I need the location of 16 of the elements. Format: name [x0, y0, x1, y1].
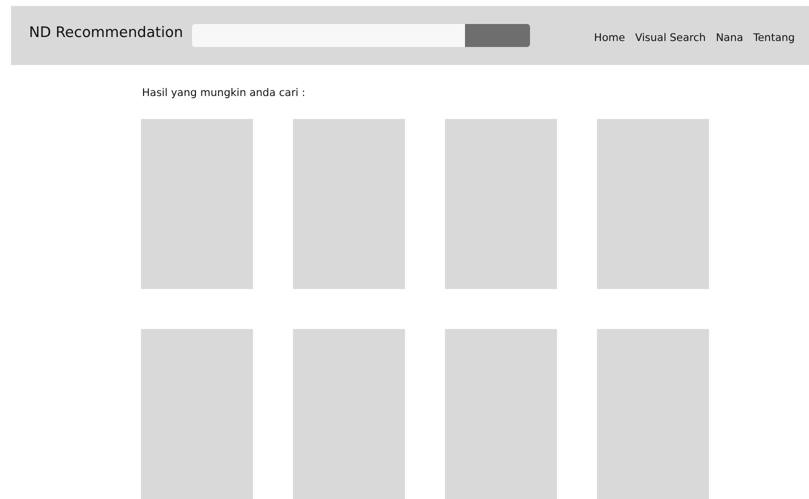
result-placeholder[interactable] — [597, 329, 709, 499]
nav-link[interactable]: Visual Search — [635, 32, 706, 44]
result-placeholder[interactable] — [293, 119, 405, 289]
nav-link[interactable]: Tentang — [753, 32, 795, 44]
results-heading: Hasil yang mungkin anda cari : — [142, 87, 306, 99]
result-placeholder[interactable] — [445, 119, 557, 289]
brand-title: ND Recommendation — [29, 24, 184, 40]
result-placeholder[interactable] — [141, 329, 253, 499]
nav-link[interactable]: Nana — [716, 32, 744, 44]
search-button[interactable] — [465, 24, 530, 47]
search-field[interactable] — [192, 24, 466, 47]
result-placeholder[interactable] — [445, 329, 557, 499]
result-placeholder[interactable] — [141, 119, 253, 289]
result-placeholder[interactable] — [597, 119, 709, 289]
nav-link[interactable]: Home — [594, 32, 626, 44]
result-placeholder[interactable] — [293, 329, 405, 499]
